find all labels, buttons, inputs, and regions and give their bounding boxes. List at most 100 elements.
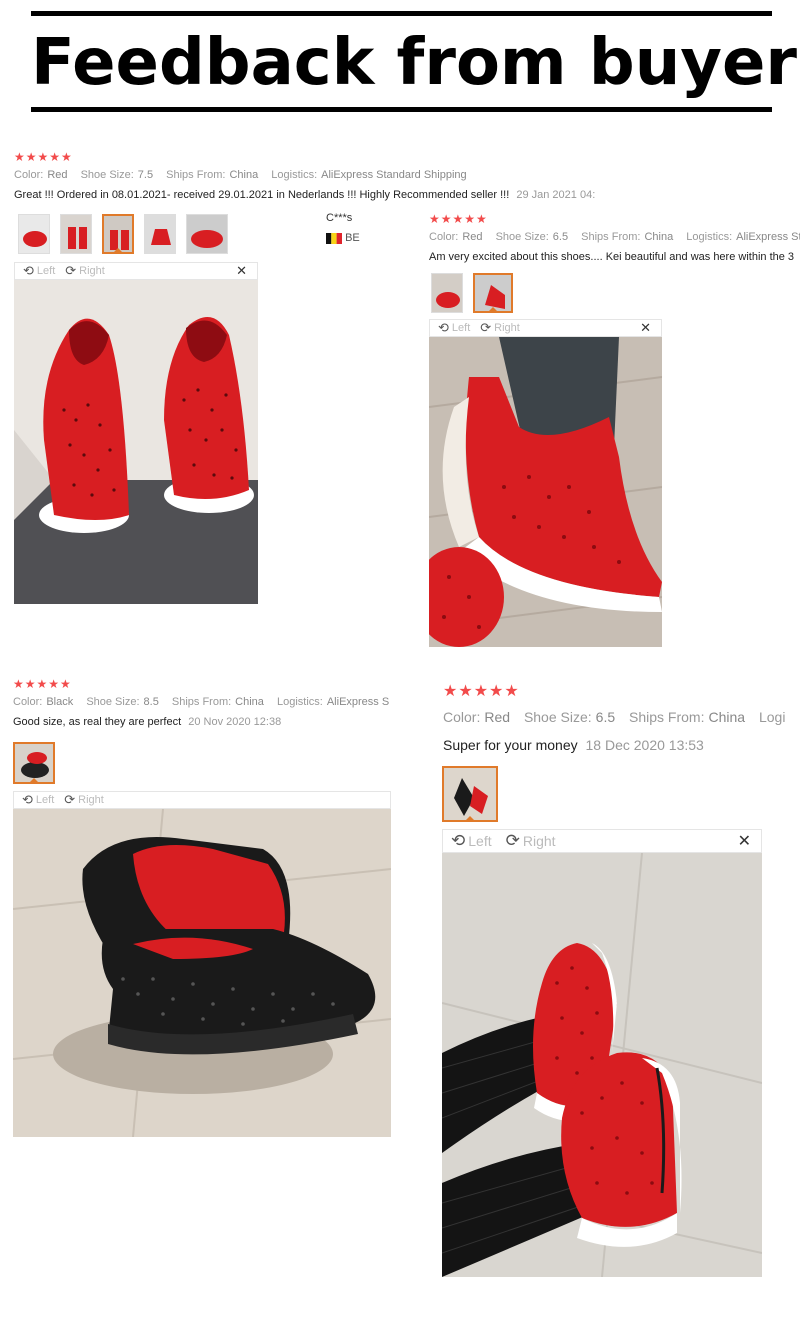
ships-value: China (235, 696, 264, 708)
logistics-label: Logistics: (271, 169, 318, 181)
review-2-image-toolbar: ⟲ Left ⟳ Right ✕ (429, 319, 662, 337)
belgium-flag-icon (326, 232, 342, 244)
review-4-stars: ★★★★★ (443, 683, 520, 700)
review-2-photo (429, 337, 662, 647)
color-value: Red (484, 709, 511, 725)
ships-label: Ships From: (166, 169, 226, 181)
review-4-meta: Color: Red Shoe Size: 6.5 Ships From: China… (443, 709, 800, 725)
review-2-body: Am very excited about this shoes.... Kei… (429, 251, 800, 263)
ships-label: Ships From: (171, 696, 232, 708)
rotate-left-icon[interactable]: ⟲ (22, 792, 33, 808)
review-2-text: Am very excited about this shoes.... Kei… (429, 251, 795, 263)
size-label: Shoe Size: (80, 169, 134, 181)
rotate-right-icon[interactable]: ⟳ (64, 792, 75, 808)
ships-value: China (229, 169, 259, 181)
rotate-right-label[interactable]: Right (494, 322, 520, 334)
size-label: Shoe Size: (523, 709, 592, 725)
buyer-name: C***s (326, 212, 353, 224)
size-value: 6.5 (552, 231, 569, 243)
ships-label: Ships From: (629, 709, 705, 725)
review-1-thumb-3[interactable] (102, 214, 134, 254)
review-1-thumb-2[interactable] (60, 214, 92, 254)
review-3-date: 20 Nov 2020 12:38 (188, 716, 282, 728)
review-4-thumbnails (442, 766, 498, 822)
review-2-thumbnails (431, 273, 513, 313)
ships-value: China (708, 709, 746, 725)
close-icon[interactable]: ✕ (236, 263, 247, 279)
ships-value: China (644, 231, 674, 243)
size-value: 8.5 (143, 696, 159, 708)
review-4-thumb-1[interactable] (442, 766, 498, 822)
color-value: Red (47, 169, 68, 181)
review-3-thumbnails (13, 742, 55, 784)
review-3-stars: ★★★★★ (13, 677, 72, 691)
review-1-meta: Color: Red Shoe Size: 7.5 Ships From: China… (14, 169, 800, 181)
review-1-body: Great !!! Ordered in 08.01.2021- receive… (14, 189, 800, 201)
color-value: Black (46, 696, 74, 708)
size-value: 7.5 (137, 169, 154, 181)
size-value: 6.5 (595, 709, 616, 725)
review-4-body: Super for your money 18 Dec 2020 13:53 (443, 737, 800, 753)
rotate-left-icon[interactable]: ⟲ (23, 263, 34, 279)
logistics-value: AliExpress S (326, 696, 390, 708)
rotate-right-label[interactable]: Right (79, 265, 105, 277)
review-3-meta: Color: Black Shoe Size: 8.5 Ships From: Chi… (13, 696, 391, 708)
rotate-right-icon[interactable]: ⟳ (480, 320, 491, 336)
country-code: BE (345, 232, 360, 244)
review-3-text: Good size, as real they are perfect (13, 716, 182, 728)
review-1-thumb-1[interactable] (18, 214, 50, 254)
review-4-text: Super for your money (443, 737, 578, 753)
review-1-text: Great !!! Ordered in 08.01.2021- receive… (14, 189, 510, 201)
size-label: Shoe Size: (495, 231, 549, 243)
logistics-value: AliExpress Standard Shipping (321, 169, 467, 181)
size-label: Shoe Size: (86, 696, 140, 708)
logistics-label: Logistics: (276, 696, 323, 708)
review-2-meta: Color: Red Shoe Size: 6.5 Ships From: China… (429, 231, 800, 243)
review-2-header: ★★★★★ Color: Red Shoe Size: 6.5 Ships From… (429, 212, 800, 263)
review-4-header: ★★★★★ Color: Red Shoe Size: 6.5 Ships From… (443, 681, 800, 753)
close-icon[interactable]: ✕ (738, 831, 751, 851)
rotate-right-label[interactable]: Right (523, 833, 556, 849)
banner-top-rule (31, 11, 772, 16)
logistics-label: Logi (758, 709, 786, 725)
rotate-left-icon[interactable]: ⟲ (451, 831, 465, 851)
review-1-header: ★★★★★ Color: Red Shoe Size: 7.5 Ships From… (14, 150, 800, 201)
rotate-right-icon[interactable]: ⟳ (65, 263, 76, 279)
ships-label: Ships From: (581, 231, 641, 243)
review-3-thumb-1[interactable] (13, 742, 55, 784)
rotate-left-icon[interactable]: ⟲ (438, 320, 449, 336)
rotate-left-label[interactable]: Left (37, 265, 55, 277)
rotate-left-label[interactable]: Left (36, 794, 54, 806)
review-1-photo (14, 280, 258, 604)
review-2-thumb-1[interactable] (431, 273, 463, 313)
review-4-date: 18 Dec 2020 13:53 (585, 737, 704, 753)
rotate-left-label[interactable]: Left (468, 833, 491, 849)
banner-bottom-rule (31, 107, 772, 112)
rotate-left-label[interactable]: Left (452, 322, 470, 334)
review-1-image-toolbar: ⟲ Left ⟳ Right ✕ (14, 262, 258, 280)
review-1-thumbnails (18, 214, 228, 254)
rotate-right-label[interactable]: Right (78, 794, 104, 806)
review-1-date: 29 Jan 2021 04: (516, 189, 596, 201)
color-value: Red (462, 231, 483, 243)
review-3-photo (13, 809, 391, 1137)
review-1-thumb-5[interactable] (186, 214, 228, 254)
review-1-stars: ★★★★★ (14, 150, 73, 164)
review-1-thumb-4[interactable] (144, 214, 176, 254)
review-2-thumb-2[interactable] (473, 273, 513, 313)
review-3-image-toolbar: ⟲ Left ⟳ Right (13, 791, 391, 809)
review-4-image-toolbar: ⟲ Left ⟳ Right ✕ (442, 829, 762, 853)
color-label: Color: (13, 696, 43, 708)
buyer-country: BE (326, 232, 360, 244)
color-label: Color: (443, 709, 481, 725)
rotate-right-icon[interactable]: ⟳ (506, 831, 520, 851)
review-1-buyer: C***s BE (326, 212, 360, 244)
logistics-value: AliExpress Stand (736, 231, 800, 243)
close-icon[interactable]: ✕ (640, 320, 651, 336)
color-label: Color: (429, 231, 459, 243)
review-3-header: ★★★★★ Color: Black Shoe Size: 8.5 Ships Fr… (13, 677, 391, 728)
banner-title: Feedback from buyers (31, 26, 800, 100)
color-label: Color: (14, 169, 44, 181)
review-3-body: Good size, as real they are perfect 20 N… (13, 716, 391, 728)
logistics-label: Logistics: (686, 231, 733, 243)
